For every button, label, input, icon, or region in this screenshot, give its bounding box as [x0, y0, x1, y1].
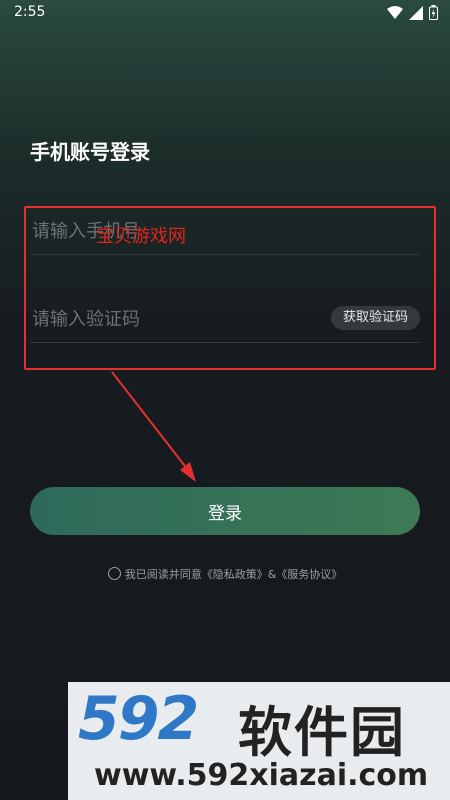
login-button[interactable]: 登录: [30, 487, 420, 535]
privacy-policy-link[interactable]: 《隐私政策》: [202, 568, 268, 581]
agreement-text: 我已阅读并同意: [124, 568, 202, 581]
agreement-row: 我已阅读并同意《隐私政策》&《服务协议》: [0, 566, 450, 582]
watermark-banner: 592 软件园 www.592xiazai.com: [68, 682, 450, 800]
agreement-checkbox[interactable]: [107, 567, 121, 580]
banner-logo-cn: 软件园: [238, 701, 406, 764]
banner-url: www.592xiazai.com: [94, 758, 429, 793]
banner-logo-digits: 592: [78, 684, 199, 754]
agreement-ampersand: &: [267, 568, 277, 581]
annotation-arrow-icon: [111, 371, 196, 482]
service-agreement-link[interactable]: 《服务协议》: [276, 568, 342, 581]
